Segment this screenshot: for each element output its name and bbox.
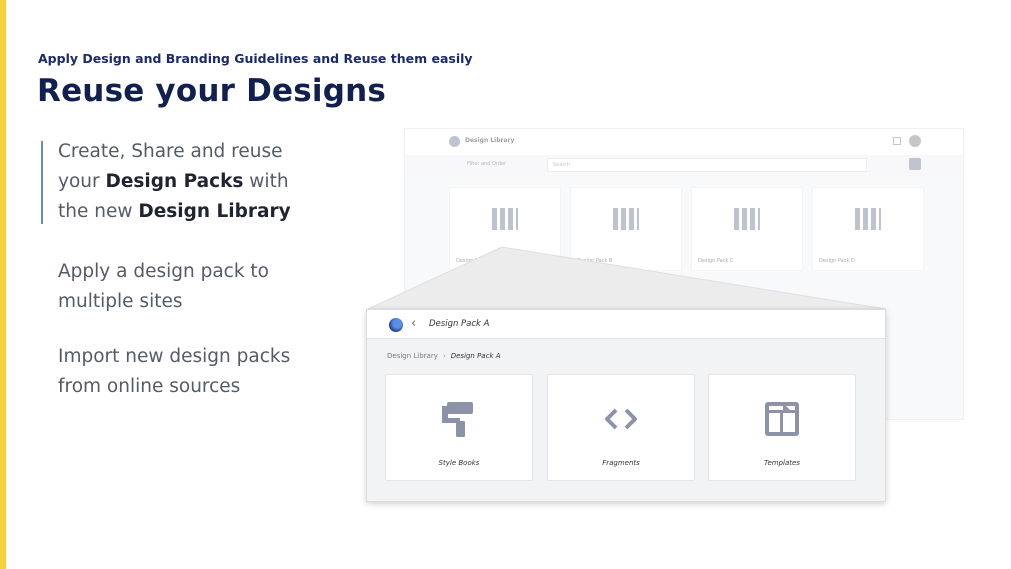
- filter-dropdown[interactable]: Filter and Order: [467, 161, 506, 167]
- breadcrumb-current: Design Pack A: [450, 352, 501, 360]
- card-label: Design Pack B: [577, 258, 613, 264]
- bullet-import-packs: Import new design packs from online sour…: [58, 346, 291, 397]
- card-design-pack-a[interactable]: Design Pack A: [449, 187, 561, 271]
- bg-header: Design Library: [405, 129, 963, 155]
- books-icon: [855, 208, 881, 230]
- tile-style-books[interactable]: Style Books: [385, 374, 533, 481]
- app-logo-icon: [389, 318, 403, 332]
- slide-title: Reuse your Designs: [37, 73, 387, 109]
- accent-bar: [0, 0, 6, 569]
- bullet-apply-pack: Apply a design pack to multiple sites: [58, 261, 269, 312]
- window-title: Design Pack A: [429, 319, 490, 329]
- avatar[interactable]: [909, 135, 921, 147]
- bg-app-title: Design Library: [465, 137, 515, 144]
- tile-label: Templates: [764, 459, 800, 467]
- tile-label: Fragments: [602, 459, 640, 467]
- books-icon: [734, 208, 760, 230]
- bullet-bold-design-packs: Design Packs: [105, 171, 244, 192]
- card-label: Design Pack A: [456, 258, 492, 264]
- card-design-pack-b[interactable]: Design Pack B: [570, 187, 682, 271]
- highlight-rule: [41, 141, 43, 224]
- tile-fragments[interactable]: Fragments: [547, 374, 695, 481]
- apps-grid-icon[interactable]: [893, 137, 901, 145]
- add-button[interactable]: [909, 158, 921, 170]
- paint-roller-icon: [442, 402, 473, 437]
- template-layout-icon: [765, 402, 799, 436]
- card-label: Design Pack D: [819, 258, 855, 264]
- code-brackets-icon: [605, 408, 637, 430]
- slide-subtitle: Apply Design and Branding Guidelines and…: [38, 51, 473, 66]
- bullet-bold-design-library: Design Library: [138, 201, 291, 222]
- card-design-pack-d[interactable]: Design Pack D: [812, 187, 924, 271]
- window-header: ‹ Design Pack A: [367, 310, 885, 339]
- back-chevron-icon[interactable]: ‹: [411, 316, 416, 332]
- search-input[interactable]: Search: [547, 158, 867, 172]
- breadcrumb: Design Library › Design Pack A: [387, 352, 501, 360]
- design-pack-window: ‹ Design Pack A Design Library › Design Pa…: [366, 309, 886, 502]
- breadcrumb-root[interactable]: Design Library: [387, 352, 438, 360]
- tile-templates[interactable]: Templates: [708, 374, 856, 481]
- slide: Apply Design and Branding Guidelines and…: [0, 0, 1011, 569]
- card-design-pack-c[interactable]: Design Pack C: [691, 187, 803, 271]
- books-icon: [492, 208, 518, 230]
- card-label: Design Pack C: [698, 258, 734, 264]
- breadcrumb-separator-icon: ›: [442, 352, 446, 360]
- bullet-create-share: Create, Share and reuse your Design Pack…: [58, 137, 298, 227]
- tile-label: Style Books: [438, 459, 480, 467]
- books-icon: [613, 208, 639, 230]
- app-logo-icon: [449, 136, 460, 147]
